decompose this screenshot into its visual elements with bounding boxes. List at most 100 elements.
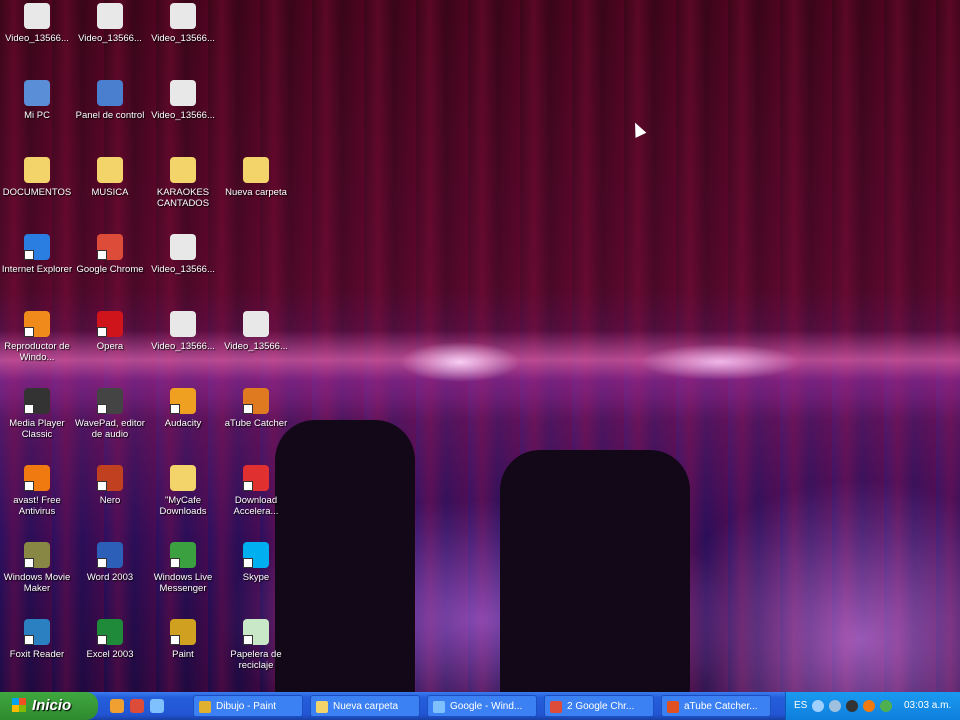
desktop-icon-label: Media Player Classic: [9, 418, 65, 440]
desktop-icon[interactable]: Google Chrome: [73, 231, 147, 275]
chrome-icon: [550, 701, 562, 713]
desktop-icon-label: avast! Free Antivirus: [13, 495, 61, 517]
paint-icon: [170, 619, 196, 645]
taskbar-button-label: Nueva carpeta: [333, 701, 399, 712]
desktop-icon-label: Download Accelera...: [233, 495, 279, 517]
desktop-icon[interactable]: Word 2003: [73, 539, 147, 583]
wallpaper-figure-left: [275, 420, 415, 700]
desktop-icon-label: Reproductor de Windo...: [4, 341, 70, 363]
desktop-icon[interactable]: KARAOKES CANTADOS: [146, 154, 220, 209]
windows-logo-icon: [12, 698, 26, 712]
video-file-icon: [170, 80, 196, 106]
foxit-icon[interactable]: [110, 699, 124, 713]
video-file-icon: [170, 311, 196, 337]
desktop-icon[interactable]: Windows Movie Maker: [0, 539, 74, 594]
desktop-icon[interactable]: Video_13566...: [219, 308, 293, 352]
desktop-icon[interactable]: WavePad, editor de audio: [73, 385, 147, 440]
desktop-icon[interactable]: Video_13566...: [146, 0, 220, 44]
desktop-icon[interactable]: DOCUMENTOS: [0, 154, 74, 198]
skype-icon: [243, 542, 269, 568]
desktop-icon[interactable]: Video_13566...: [73, 0, 147, 44]
taskbar-button-label: aTube Catcher...: [684, 701, 758, 712]
desktop-icon-label: Nueva carpeta: [225, 187, 287, 198]
taskbar-button[interactable]: Nueva carpeta: [310, 695, 420, 717]
desktop-icon-label: Video_13566...: [5, 33, 69, 44]
desktop-icon[interactable]: MUSICA: [73, 154, 147, 198]
start-button[interactable]: Inicio: [0, 692, 98, 720]
desktop-icon[interactable]: Nueva carpeta: [219, 154, 293, 198]
start-label: Inicio: [32, 697, 72, 714]
word-icon: [97, 542, 123, 568]
desktop-icon[interactable]: Video_13566...: [0, 0, 74, 44]
desktop-icon[interactable]: Video_13566...: [146, 308, 220, 352]
messenger-tray-icon[interactable]: [880, 700, 892, 712]
desktop-icon-label: Internet Explorer: [1, 264, 73, 275]
nero-icon: [97, 465, 123, 491]
folder-icon: [243, 157, 269, 183]
desktop-icon[interactable]: Video_13566...: [146, 231, 220, 275]
language-indicator[interactable]: ES: [794, 692, 807, 720]
desktop-icon[interactable]: Nero: [73, 462, 147, 506]
desktop-icon[interactable]: Mi PC: [0, 77, 74, 121]
clock[interactable]: 03:03 a.m.: [904, 692, 951, 720]
video-file-icon: [243, 311, 269, 337]
desktop-icon[interactable]: Reproductor de Windo...: [0, 308, 74, 363]
taskbar-button[interactable]: 2 Google Chr...: [544, 695, 654, 717]
desktop-icon-label: Windows Live Messenger: [153, 572, 213, 594]
skype-tray-icon[interactable]: [846, 700, 858, 712]
desktop-icon-label: DOCUMENTOS: [2, 187, 72, 198]
arrow-icon[interactable]: [812, 700, 824, 712]
desktop-icon[interactable]: aTube Catcher: [219, 385, 293, 429]
wavepad-icon: [97, 388, 123, 414]
audacity-icon: [170, 388, 196, 414]
desktop-icon[interactable]: Media Player Classic: [0, 385, 74, 440]
network-icon[interactable]: [829, 700, 841, 712]
mpc-icon: [24, 388, 50, 414]
opera-icon: [97, 311, 123, 337]
folder-icon: [316, 701, 328, 713]
taskbar-button-label: 2 Google Chr...: [567, 701, 635, 712]
chrome-icon[interactable]: [130, 699, 144, 713]
desktop-icon[interactable]: Opera: [73, 308, 147, 352]
taskbar-button[interactable]: Google - Wind...: [427, 695, 537, 717]
internet-explorer-icon[interactable]: [150, 699, 164, 713]
atube-catcher-icon: [667, 701, 679, 713]
video-file-icon: [97, 3, 123, 29]
desktop-icon[interactable]: Papelera de reciclaje: [219, 616, 293, 671]
desktop-icon[interactable]: "MyCafe Downloads: [146, 462, 220, 517]
video-file-icon: [170, 3, 196, 29]
desktop-icon-label: Opera: [96, 341, 124, 352]
desktop-icon[interactable]: Internet Explorer: [0, 231, 74, 275]
desktop-icon[interactable]: Audacity: [146, 385, 220, 429]
desktop-icon-label: Paint: [172, 649, 194, 660]
desktop-icon[interactable]: Download Accelera...: [219, 462, 293, 517]
desktop-icon[interactable]: Excel 2003: [73, 616, 147, 660]
desktop-icon[interactable]: Panel de control: [73, 77, 147, 121]
taskbar-button[interactable]: Dibujo - Paint: [193, 695, 303, 717]
desktop-icon[interactable]: Video_13566...: [146, 77, 220, 121]
foxit-reader-icon: [24, 619, 50, 645]
desktop-icon-label: Video_13566...: [151, 33, 215, 44]
desktop-icon-label: Excel 2003: [86, 649, 134, 660]
video-file-icon: [24, 3, 50, 29]
movie-maker-icon: [24, 542, 50, 568]
mouse-cursor: [629, 120, 647, 138]
recycle-bin-icon: [243, 619, 269, 645]
internet-explorer-icon: [433, 701, 445, 713]
taskbar-button-label: Dibujo - Paint: [216, 701, 277, 712]
taskbar-button[interactable]: aTube Catcher...: [661, 695, 771, 717]
avast-tray-icon[interactable]: [863, 700, 875, 712]
desktop-icon-label: Video_13566...: [151, 110, 215, 121]
paint-icon: [199, 701, 211, 713]
desktop-icon[interactable]: Paint: [146, 616, 220, 660]
taskbar-button-label: Google - Wind...: [450, 701, 523, 712]
desktop-icon[interactable]: Skype: [219, 539, 293, 583]
desktop-icon-label: Windows Movie Maker: [3, 572, 71, 594]
wallpaper-figure-right: [500, 450, 690, 700]
messenger-icon: [170, 542, 196, 568]
desktop-icon[interactable]: avast! Free Antivirus: [0, 462, 74, 517]
folder-icon: [97, 157, 123, 183]
folder-icon: [170, 157, 196, 183]
desktop-icon[interactable]: Windows Live Messenger: [146, 539, 220, 594]
desktop-icon[interactable]: Foxit Reader: [0, 616, 74, 660]
